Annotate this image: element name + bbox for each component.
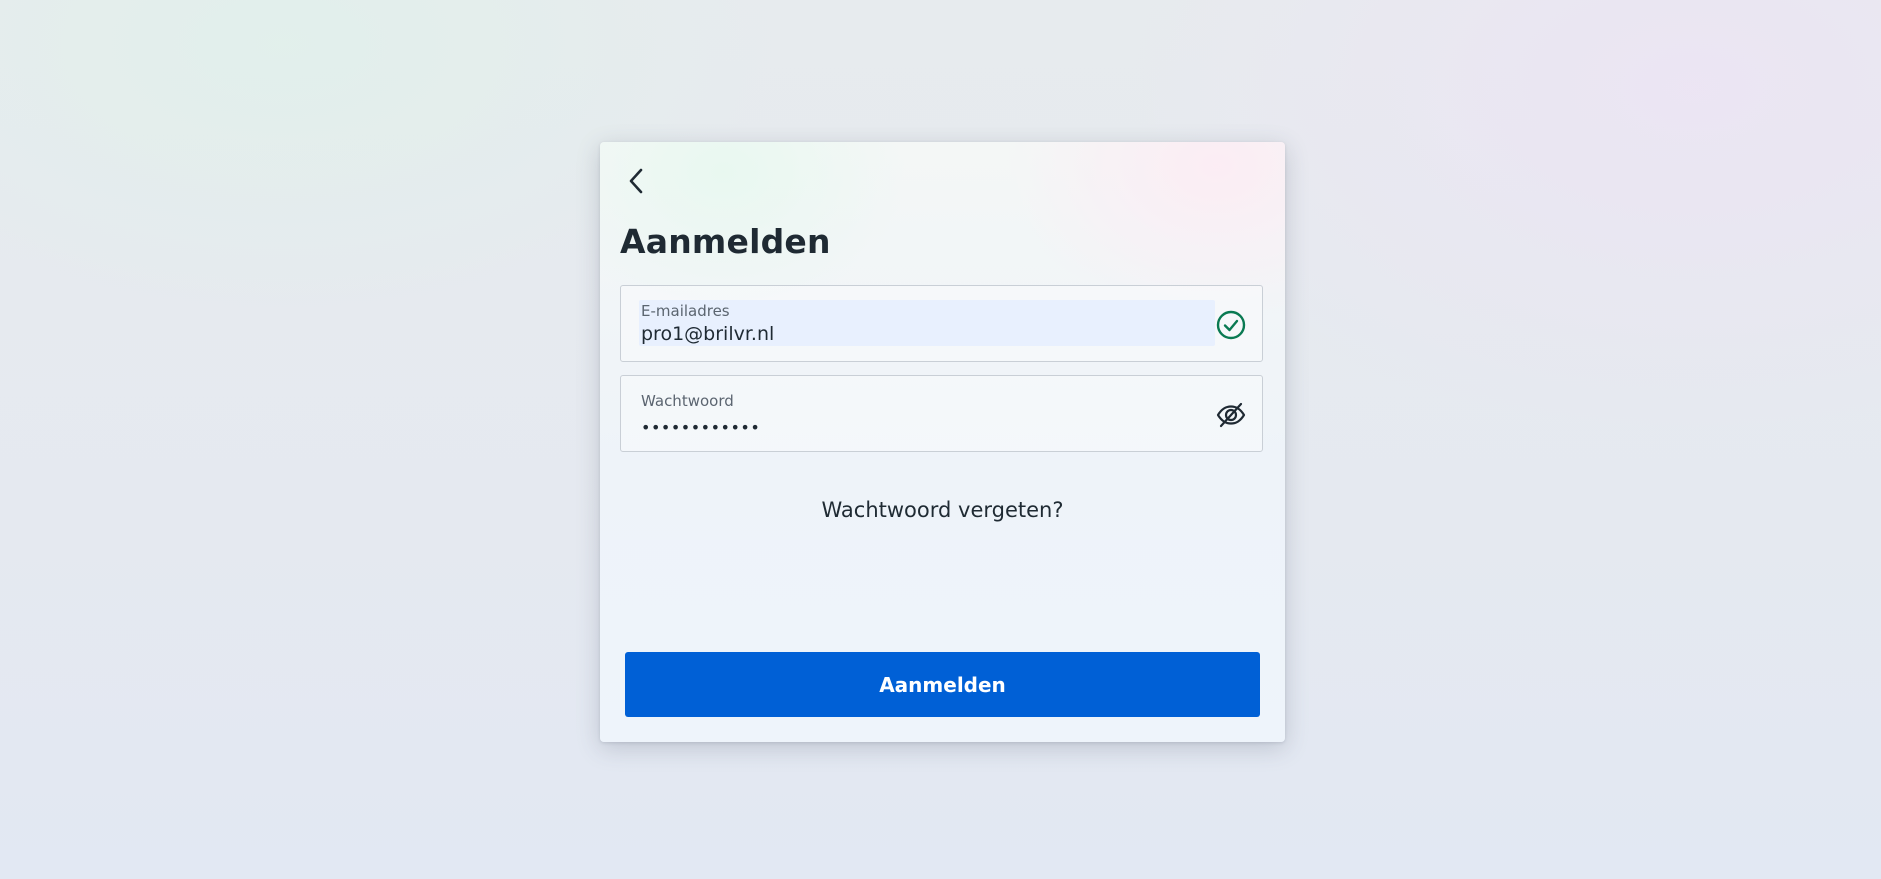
forgot-password-link[interactable]: Wachtwoord vergeten? [600,498,1285,522]
login-submit-button[interactable]: Aanmelden [625,652,1260,717]
chevron-left-icon [629,168,643,194]
password-field[interactable]: Wachtwoord •••••••••••• [620,375,1263,452]
page-title: Aanmelden [620,222,831,261]
email-label: E-mailadres [641,302,730,320]
email-value[interactable]: pro1@brilvr.nl [641,323,774,345]
check-circle-icon [1214,308,1248,342]
eye-slash-icon[interactable] [1214,398,1248,432]
email-input[interactable]: E-mailadres pro1@brilvr.nl [639,300,1215,346]
email-field[interactable]: E-mailadres pro1@brilvr.nl [620,285,1263,362]
password-value[interactable]: •••••••••••• [641,418,760,437]
login-card: Aanmelden E-mailadres pro1@brilvr.nl Wac… [600,142,1285,742]
password-input[interactable]: Wachtwoord •••••••••••• [639,390,1215,437]
password-label: Wachtwoord [641,392,734,410]
back-button[interactable] [622,166,652,196]
